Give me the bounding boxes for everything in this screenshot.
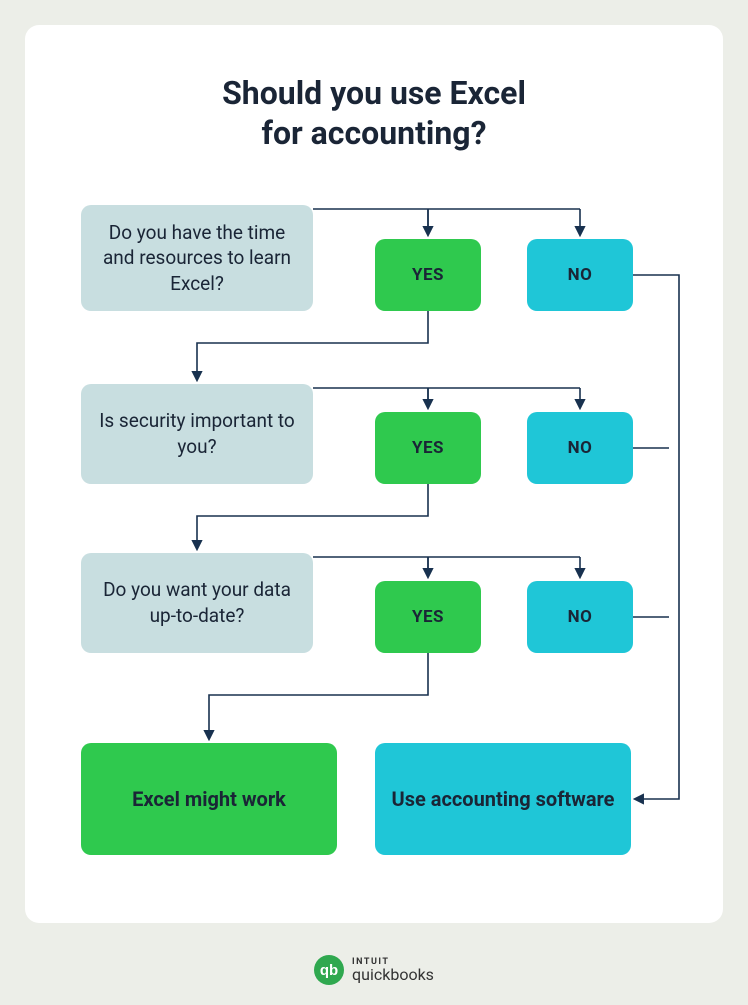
result-software: Use accounting software [375,743,631,855]
infographic-card: Should you use Excel for accounting? Do … [25,25,723,923]
q1-yes: YES [375,239,481,311]
result-excel: Excel might work [81,743,337,855]
question-1: Do you have the time and resources to le… [81,205,313,311]
question-2: Is security important to you? [81,384,313,484]
question-3: Do you want your data up-to-date? [81,553,313,653]
q3-yes: YES [375,581,481,653]
q3-no: NO [527,581,633,653]
branding-text: INTUIT quickbooks [352,958,434,982]
q2-no: NO [527,412,633,484]
branding: qb INTUIT quickbooks [0,955,748,985]
q2-yes: YES [375,412,481,484]
quickbooks-logo-icon: qb [314,955,344,985]
page-title: Should you use Excel for accounting? [25,73,723,153]
q1-no: NO [527,239,633,311]
title-line-1: Should you use Excel [222,74,526,112]
logo-glyph: qb [320,962,338,979]
brand-bottom: quickbooks [352,967,434,982]
title-line-2: for accounting? [261,114,486,152]
